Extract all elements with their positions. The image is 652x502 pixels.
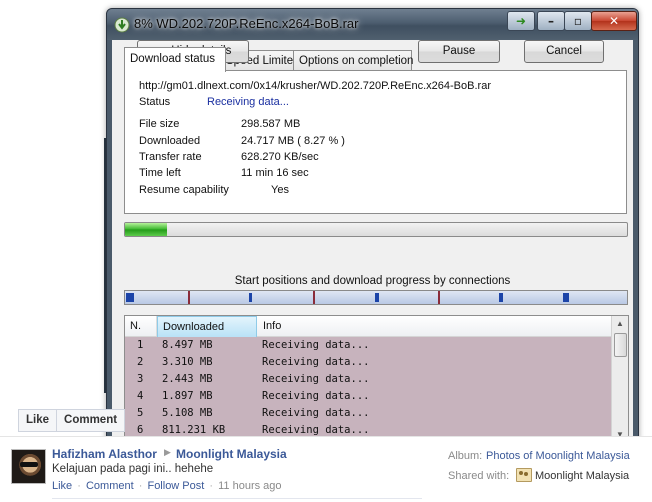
comment-button[interactable]: Comment: [56, 410, 124, 431]
connection-info: Receiving data...: [262, 339, 370, 351]
download-progress-bar: [124, 222, 628, 237]
connection-progress: [375, 293, 379, 302]
download-window: 8% WD.202.720P.ReEnc.x264-BoB.rar ➜ – ▫ …: [106, 8, 639, 442]
page-name[interactable]: Moonlight Malaysia: [176, 447, 287, 461]
avatar[interactable]: [11, 449, 46, 484]
title-bar[interactable]: 8% WD.202.720P.ReEnc.x264-BoB.rar ➜ – ▫ …: [107, 9, 638, 40]
maximize-button[interactable]: ▫: [564, 11, 592, 31]
separator-dot: ·: [138, 480, 143, 492]
close-icon: ✕: [608, 14, 620, 28]
follow-post-link[interactable]: Follow Post: [147, 480, 204, 492]
transfer-rate-value: 628.270 KB/sec: [241, 151, 319, 163]
pause-button[interactable]: Pause: [418, 40, 500, 63]
list-scrollbar[interactable]: ▲ ▼: [611, 316, 628, 441]
idm-app-icon: [114, 17, 130, 33]
time-left-label: Time left: [139, 167, 181, 179]
album-label: Album:: [448, 450, 483, 462]
comment-link[interactable]: Comment: [86, 480, 134, 492]
resume-capability-value: Yes: [271, 184, 289, 196]
connection-marker: [188, 291, 190, 304]
album-link[interactable]: Photos of Moonlight Malaysia: [486, 450, 630, 462]
download-status-panel: http://gm01.dlnext.com/0x14/krusher/WD.2…: [124, 70, 627, 214]
list-header: N. Downloaded Info: [125, 316, 611, 338]
connection-downloaded: 5.108 MB: [162, 407, 213, 419]
downloaded-label: Downloaded: [139, 135, 201, 147]
like-link[interactable]: Like: [52, 480, 72, 492]
connection-number: 5: [137, 407, 144, 419]
facebook-action-bar: Like Comment: [18, 409, 126, 432]
like-button[interactable]: Like: [19, 410, 56, 431]
list-rows: 1 8.497 MB Receiving data... 2 3.310 MB Recei…: [125, 337, 611, 441]
download-url: http://gm01.dlnext.com/0x14/krusher/WD.2…: [139, 80, 491, 92]
separator-dot: ·: [77, 480, 81, 492]
connection-info: Receiving data...: [262, 390, 370, 402]
minimize-icon: –: [548, 14, 554, 28]
tab-download-status[interactable]: Download status: [124, 47, 226, 72]
column-n[interactable]: N.: [125, 316, 157, 336]
resume-capability-label: Resume capability: [139, 184, 229, 196]
connection-number: 1: [137, 339, 144, 351]
connection-progress: [126, 293, 134, 302]
connection-number: 3: [137, 373, 144, 385]
sunglasses: [20, 462, 38, 467]
status-value: Receiving data...: [207, 96, 289, 108]
connection-number: 4: [137, 390, 144, 402]
group-icon: [516, 468, 532, 482]
window-client: Download status Speed Limiter Options on…: [112, 40, 633, 441]
list-item[interactable]: 1 8.497 MB Receiving data...: [125, 337, 611, 354]
shared-with-value: Moonlight Malaysia: [535, 470, 630, 482]
scroll-up-icon[interactable]: ▲: [612, 316, 628, 332]
post-links: Like · Comment · Follow Post · 11 hours …: [52, 480, 282, 492]
close-button[interactable]: ✕: [591, 11, 637, 31]
connection-progress: [563, 293, 569, 302]
separator-dot: ·: [209, 480, 214, 492]
triangle-right-icon: ▶: [164, 448, 171, 458]
connection-progress: [249, 293, 252, 302]
window-title: 8% WD.202.720P.ReEnc.x264-BoB.rar: [134, 16, 359, 31]
connection-progress: [499, 293, 503, 302]
connection-downloaded: 2.443 MB: [162, 373, 213, 385]
connection-info: Receiving data...: [262, 407, 370, 419]
downloaded-value: 24.717 MB ( 8.27 % ): [241, 135, 345, 147]
arrow-right-icon: ➜: [515, 14, 527, 28]
connection-downloaded: 8.497 MB: [162, 339, 213, 351]
progress-fill: [125, 223, 167, 236]
list-item[interactable]: 4 1.897 MB Receiving data...: [125, 388, 611, 405]
column-info[interactable]: Info: [258, 316, 563, 336]
post-message: Kelajuan pada pagi ini.. hehehe: [52, 463, 214, 475]
connection-downloaded: 1.897 MB: [162, 390, 213, 402]
minimize-button[interactable]: –: [537, 11, 565, 31]
column-downloaded[interactable]: Downloaded: [157, 316, 257, 338]
shared-with-label: Shared with:: [448, 470, 510, 482]
connection-downloaded: 3.310 MB: [162, 356, 213, 368]
post-timestamp[interactable]: 11 hours ago: [218, 480, 281, 492]
tab-options-on-completion[interactable]: Options on completion: [293, 50, 413, 71]
scroll-thumb[interactable]: [614, 333, 627, 357]
connection-info: Receiving data...: [262, 373, 370, 385]
connection-info: Receiving data...: [262, 356, 370, 368]
connection-marker: [438, 291, 440, 304]
connection-marker: [313, 291, 315, 304]
connections-label: Start positions and download progress by…: [234, 275, 511, 287]
connections-progress-bar: [124, 290, 628, 305]
time-left-value: 11 min 16 sec: [241, 167, 309, 179]
divider: [52, 498, 422, 499]
maximize-icon: ▫: [573, 14, 583, 28]
author-name[interactable]: Hafizham Alasthor: [52, 447, 157, 461]
list-item[interactable]: 5 5.108 MB Receiving data...: [125, 405, 611, 422]
cancel-button[interactable]: Cancel: [524, 40, 604, 63]
file-size-value: 298.587 MB: [241, 118, 301, 130]
facebook-post-footer: Hafizham Alasthor ▶ Moonlight Malaysia K…: [0, 436, 652, 502]
list-item[interactable]: 2 3.310 MB Receiving data...: [125, 354, 611, 371]
list-item[interactable]: 3 2.443 MB Receiving data...: [125, 371, 611, 388]
connections-list: N. Downloaded Info 1 8.497 MB Receiving da…: [124, 315, 629, 441]
tray-button[interactable]: ➜: [507, 11, 535, 31]
transfer-rate-label: Transfer rate: [139, 151, 202, 163]
connection-number: 2: [137, 356, 144, 368]
file-size-label: File size: [139, 118, 180, 130]
status-label: Status: [139, 96, 171, 108]
